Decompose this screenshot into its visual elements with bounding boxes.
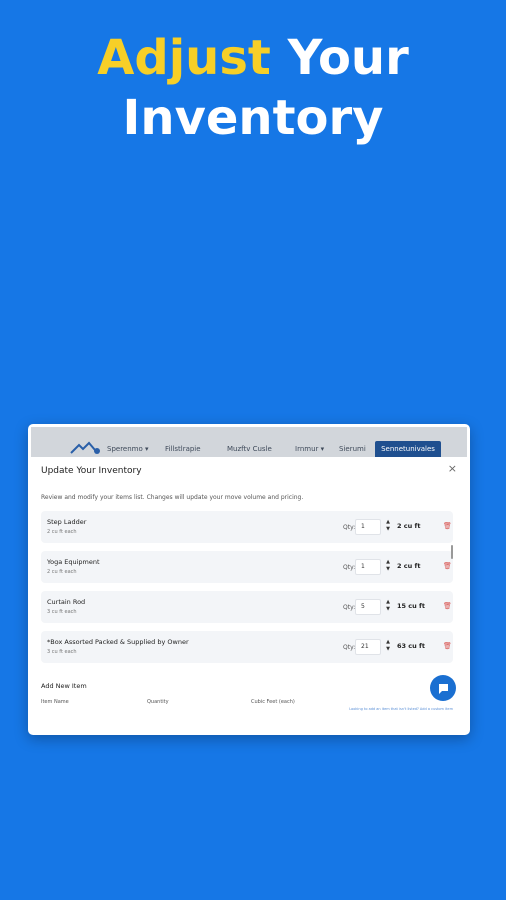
headline-line-2: Inventory: [122, 90, 384, 146]
delete-trash-icon[interactable]: 🗑: [443, 642, 452, 650]
custom-item-link[interactable]: Looking to add an item that isn't listed…: [349, 707, 453, 711]
delete-trash-icon[interactable]: 🗑: [443, 562, 452, 570]
item-unit-volume: 3 cu ft each: [47, 609, 77, 615]
add-new-item-title: Add New Item: [41, 682, 87, 690]
item-unit-volume: 3 cu ft each: [47, 649, 77, 655]
nav-item-2[interactable]: Fillstlrapie: [165, 445, 201, 453]
quantity-input[interactable]: 1: [355, 519, 381, 535]
headline-line-1-rest: Your: [287, 30, 409, 86]
quantity-stepper-icon[interactable]: ▲ ▼: [385, 639, 391, 655]
qty-label: Qty:: [343, 604, 356, 611]
nav-item-4[interactable]: Irnmur ▾: [295, 445, 324, 453]
quantity-input[interactable]: 1: [355, 559, 381, 575]
chat-button[interactable]: [430, 675, 456, 701]
item-name: *Box Assorted Packed & Supplied by Owner: [47, 638, 189, 646]
inventory-list: Step Ladder 2 cu ft each Qty: 1 ▲ ▼ 2 cu …: [41, 511, 453, 667]
nav-item-1[interactable]: Sperenmo ▾: [107, 445, 149, 453]
qty-label: Qty:: [343, 564, 356, 571]
headline-accent: Adjust: [97, 30, 271, 86]
inventory-item: Yoga Equipment 2 cu ft each Qty: 1 ▲ ▼ 2 …: [41, 551, 453, 583]
app-screenshot-card: Sperenmo ▾ Fillstlrapie Muzftv Cusle Irn…: [28, 424, 470, 735]
qty-label: Qty:: [343, 524, 356, 531]
item-unit-volume: 2 cu ft each: [47, 529, 77, 535]
update-inventory-modal: Update Your Inventory × Review and modif…: [31, 457, 467, 732]
quantity-stepper-icon[interactable]: ▲ ▼: [385, 599, 391, 615]
inventory-item: Curtain Rod 3 cu ft each Qty: 5 ▲ ▼ 15 cu…: [41, 591, 453, 623]
top-navbar: Sperenmo ▾ Fillstlrapie Muzftv Cusle Irn…: [31, 427, 467, 457]
delete-trash-icon[interactable]: 🗑: [443, 602, 452, 610]
column-header-cubic-feet: Cubic Feet (each): [251, 699, 295, 705]
column-header-item-name: Item Name: [41, 699, 69, 705]
item-name: Step Ladder: [47, 518, 87, 526]
headline: Adjust Your Inventory: [0, 28, 506, 148]
item-total-volume: 63 cu ft: [397, 642, 425, 650]
delete-trash-icon[interactable]: 🗑: [443, 522, 452, 530]
inventory-item: *Box Assorted Packed & Supplied by Owner…: [41, 631, 453, 663]
column-header-quantity: Quantity: [147, 699, 169, 705]
qty-label: Qty:: [343, 644, 356, 651]
nav-item-3[interactable]: Muzftv Cusle: [227, 445, 272, 453]
company-logo: [70, 441, 100, 454]
chat-bubble-icon: [438, 683, 448, 694]
inventory-item: Step Ladder 2 cu ft each Qty: 1 ▲ ▼ 2 cu …: [41, 511, 453, 543]
item-total-volume: 15 cu ft: [397, 602, 425, 610]
quantity-stepper-icon[interactable]: ▲ ▼: [385, 559, 391, 575]
item-name: Curtain Rod: [47, 598, 86, 606]
modal-description: Review and modify your items list. Chang…: [41, 494, 304, 501]
item-unit-volume: 2 cu ft each: [47, 569, 77, 575]
quantity-input[interactable]: 21: [355, 639, 381, 655]
modal-title: Update Your Inventory: [41, 466, 142, 476]
item-total-volume: 2 cu ft: [397, 522, 421, 530]
list-scrollbar[interactable]: [451, 545, 453, 559]
item-total-volume: 2 cu ft: [397, 562, 421, 570]
nav-item-active[interactable]: Sennetunivales: [375, 441, 441, 457]
headline-line-1: Adjust Your: [0, 28, 506, 88]
quantity-stepper-icon[interactable]: ▲ ▼: [385, 519, 391, 535]
nav-item-5[interactable]: Sierumi: [339, 445, 366, 453]
item-name: Yoga Equipment: [47, 558, 100, 566]
quantity-input[interactable]: 5: [355, 599, 381, 615]
close-icon[interactable]: ×: [448, 462, 457, 475]
